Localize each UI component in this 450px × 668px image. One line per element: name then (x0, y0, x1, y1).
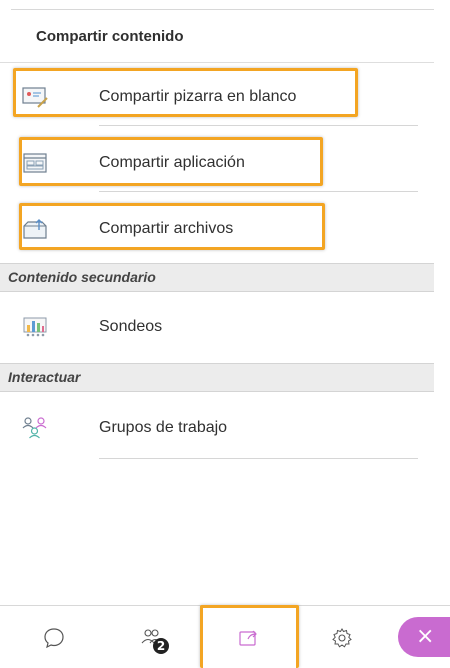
attendees-count-badge: 2 (153, 638, 169, 654)
top-divider (11, 9, 434, 10)
highlight-share-tab (200, 605, 299, 668)
item-separator (99, 458, 418, 459)
chat-bubble-icon (44, 628, 64, 649)
item-separator (99, 191, 418, 192)
polls-item[interactable]: Sondeos (0, 298, 434, 356)
close-icon: × (416, 624, 435, 649)
attendees-button[interactable]: 2 (132, 618, 172, 658)
highlight-files (19, 203, 325, 250)
settings-button[interactable] (322, 618, 362, 658)
breakout-groups-icon (22, 417, 47, 439)
highlight-whiteboard (13, 68, 358, 117)
chat-button[interactable] (34, 618, 74, 658)
interact-section: Interactuar (0, 363, 434, 392)
close-panel-button[interactable]: × (398, 617, 450, 657)
interact-heading: Interactuar (8, 369, 81, 385)
header-divider (0, 62, 434, 63)
breakout-groups-item[interactable]: Grupos de trabajo (0, 397, 434, 459)
item-separator (99, 125, 418, 126)
highlight-application (19, 137, 323, 186)
polls-label: Sondeos (99, 318, 163, 335)
secondary-content-section: Contenido secundario (0, 263, 434, 292)
gear-icon (332, 628, 352, 648)
polls-chart-icon (23, 317, 47, 337)
breakout-groups-label: Grupos de trabajo (99, 419, 228, 436)
panel-title: Compartir contenido (36, 28, 184, 45)
secondary-content-heading: Contenido secundario (8, 269, 156, 285)
